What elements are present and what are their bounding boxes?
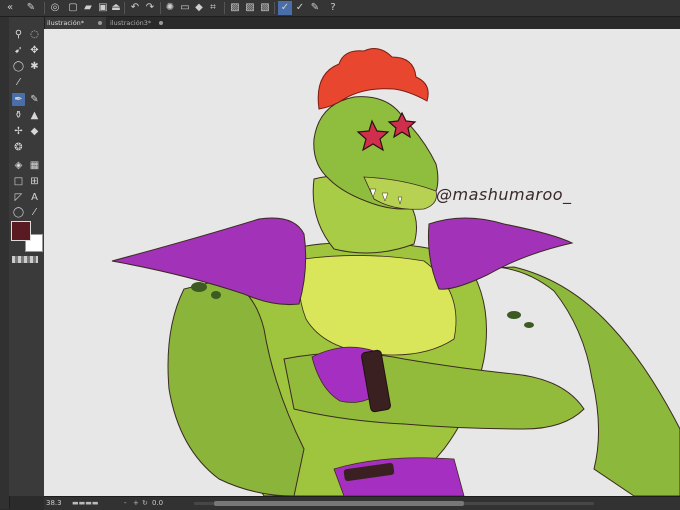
deselect-icon[interactable]: ▨: [243, 1, 257, 15]
balloon-icon[interactable]: ◯: [12, 206, 25, 219]
figure-icon[interactable]: □: [12, 175, 25, 188]
clear-icon[interactable]: ▭: [178, 1, 192, 15]
operation-icon[interactable]: ➹: [12, 44, 25, 57]
tab-label: ilustración3*: [110, 19, 152, 27]
stroke-tool-1-icon[interactable]: ✓: [278, 1, 292, 15]
artwork: [111, 48, 680, 496]
fill-bucket-icon[interactable]: ◆: [192, 1, 206, 15]
tab-label: ilustración*: [47, 19, 85, 27]
export-icon[interactable]: ⏏: [109, 1, 123, 15]
select-all-icon[interactable]: ▨: [228, 1, 242, 15]
text-icon[interactable]: A: [28, 191, 41, 204]
command-bar: « ✎ ◎ ▢ ▰ ▣ ⏏ ↶ ↷ ✺ ▭ ◆ ⌗ ▨ ▨ ▧ ✓ ✓ ✎ ?: [0, 0, 680, 17]
zoom-icon[interactable]: ⚲: [12, 28, 25, 41]
pencil-tool-icon[interactable]: ✎: [28, 93, 41, 106]
rotate-icon[interactable]: ◌: [28, 28, 41, 41]
artist-signature: @mashumaroo_: [436, 185, 572, 204]
eraser-icon[interactable]: ◆: [28, 125, 41, 138]
open-folder-icon[interactable]: ▰: [81, 1, 95, 15]
ruler-icon[interactable]: ◸: [12, 191, 25, 204]
scrollbar-thumb[interactable]: [214, 501, 464, 506]
help-icon[interactable]: ?: [326, 1, 340, 15]
collapse-icon[interactable]: «: [3, 1, 17, 15]
zoom-level[interactable]: 38.3: [46, 498, 62, 509]
magic-wand-icon[interactable]: ✱: [28, 60, 41, 73]
close-icon[interactable]: [159, 21, 163, 25]
fill-icon[interactable]: ◈: [12, 159, 25, 172]
pen-icon[interactable]: ✎: [24, 1, 38, 15]
airbrush-icon[interactable]: ▲: [28, 109, 41, 122]
transparent-color-swatch[interactable]: [12, 256, 38, 263]
separator: [124, 2, 125, 14]
decoration-icon[interactable]: ✢: [12, 125, 25, 138]
document-tabs: ilustración* ilustración3*: [44, 17, 680, 29]
eyedropper-icon[interactable]: ⁄: [12, 76, 25, 89]
tab-ilustracion[interactable]: ilustración*: [44, 17, 106, 29]
invert-selection-icon[interactable]: ▧: [258, 1, 272, 15]
pen-tool-icon[interactable]: ✒: [12, 93, 25, 106]
zoom-out-icon[interactable]: -: [124, 498, 127, 509]
redo-icon[interactable]: ↷: [143, 1, 157, 15]
blend-icon[interactable]: ❂: [12, 141, 25, 154]
move-icon[interactable]: ✥: [28, 44, 41, 57]
close-icon[interactable]: [98, 21, 102, 25]
rotation-angle[interactable]: 0.0: [152, 498, 163, 509]
new-file-icon[interactable]: ▢: [66, 1, 80, 15]
separator: [274, 2, 275, 14]
transform-icon[interactable]: ⌗: [206, 1, 220, 15]
undo-icon[interactable]: ↶: [128, 1, 142, 15]
separator: [224, 2, 225, 14]
brush-tool-icon[interactable]: ⚱: [12, 109, 25, 122]
stroke-tool-2-icon[interactable]: ✓: [293, 1, 307, 15]
stroke-tool-3-icon[interactable]: ✎: [308, 1, 322, 15]
zoom-slider[interactable]: ▬▬▬▬: [72, 498, 98, 509]
zoom-in-icon[interactable]: +: [133, 498, 139, 509]
tab-ilustracion3[interactable]: ilustración3*: [107, 17, 167, 29]
status-bar: 38.3 ▬▬▬▬ - + ↻ 0.0: [44, 496, 680, 510]
rotate-icon[interactable]: ↻: [142, 498, 148, 509]
app-menu-icon[interactable]: ◎: [48, 1, 62, 15]
separator: [44, 2, 45, 14]
drawing-canvas[interactable]: @mashumaroo_: [44, 29, 680, 496]
separator: [160, 2, 161, 14]
lasso-icon[interactable]: ◯: [12, 60, 25, 73]
frame-icon[interactable]: ⊞: [28, 175, 41, 188]
loading-icon[interactable]: ✺: [163, 1, 177, 15]
foreground-color-swatch[interactable]: [11, 221, 31, 241]
save-icon[interactable]: ▣: [96, 1, 110, 15]
gradient-icon[interactable]: ▦: [28, 159, 41, 172]
correct-line-icon[interactable]: ⁄: [28, 206, 41, 219]
